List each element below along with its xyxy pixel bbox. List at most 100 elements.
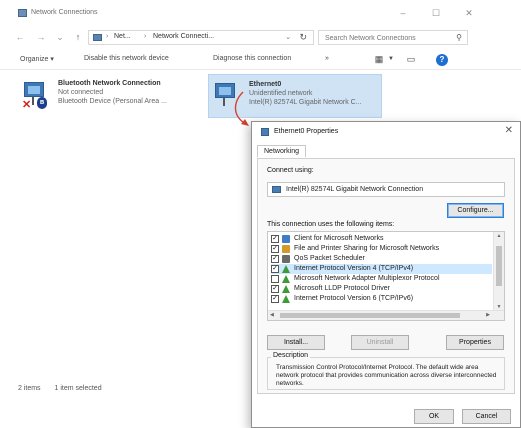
- list-item[interactable]: ✓ Client for Microsoft Networks: [271, 234, 492, 244]
- item-checkbox[interactable]: ✓: [271, 235, 279, 243]
- diagnose-connection-button[interactable]: Diagnose this connection: [213, 55, 291, 62]
- connection-item-bluetooth[interactable]: ✕ ʙ Bluetooth Network Connection Not con…: [18, 74, 198, 118]
- search-box[interactable]: ⚲: [318, 30, 468, 45]
- disable-device-button[interactable]: Disable this network device: [84, 55, 169, 62]
- tab-networking[interactable]: Networking: [257, 145, 307, 157]
- scroll-right-icon[interactable]: ▶: [486, 312, 490, 318]
- close-button[interactable]: ✕: [462, 7, 476, 19]
- help-icon[interactable]: ?: [436, 54, 448, 66]
- breadcrumb-network-connections[interactable]: Network Connecti...: [153, 33, 214, 40]
- scroll-up-icon[interactable]: ▲: [494, 233, 504, 239]
- uninstall-button[interactable]: Uninstall: [351, 335, 409, 350]
- adapter-name: Intel(R) 82574L Gigabit Network Connecti…: [286, 186, 424, 193]
- item-checkbox[interactable]: ✓: [271, 245, 279, 253]
- maximize-button[interactable]: ☐: [429, 7, 443, 19]
- properties-button[interactable]: Properties: [446, 335, 504, 350]
- horizontal-scrollbar[interactable]: ◀ ▶: [268, 310, 504, 320]
- breadcrumb-separator: ›: [144, 33, 147, 40]
- scroll-thumb[interactable]: [496, 246, 502, 286]
- items-count: 2 items: [18, 385, 41, 392]
- item-label: Microsoft LLDP Protocol Driver: [294, 285, 390, 292]
- connection-name: Ethernet0: [249, 81, 282, 88]
- search-input[interactable]: [325, 32, 450, 44]
- ok-button[interactable]: OK: [414, 409, 454, 424]
- list-item[interactable]: ✓ Internet Protocol Version 6 (TCP/IPv6): [271, 294, 492, 304]
- protocol-icon: [282, 275, 290, 283]
- ethernet-properties-dialog: Ethernet0 Properties ✕ Networking Connec…: [251, 121, 521, 428]
- breadcrumb-network[interactable]: Net...: [114, 33, 131, 40]
- more-commands-button[interactable]: »: [325, 55, 329, 62]
- item-label: Internet Protocol Version 6 (TCP/IPv6): [294, 295, 414, 302]
- configure-button[interactable]: Configure...: [447, 203, 504, 218]
- recent-locations-icon[interactable]: ⌄: [54, 31, 66, 43]
- item-checkbox[interactable]: ✓: [271, 255, 279, 263]
- description-group: Transmission Control Protocol/Internet P…: [267, 357, 505, 390]
- description-label: Description: [271, 352, 311, 359]
- back-arrow-icon[interactable]: ←: [14, 31, 26, 43]
- qos-scheduler-icon: [282, 255, 290, 263]
- dialog-title: Ethernet0 Properties: [274, 128, 339, 135]
- breadcrumb-separator: ›: [106, 33, 109, 40]
- organize-menu[interactable]: Organize ▾: [20, 55, 54, 63]
- forward-arrow-icon[interactable]: →: [35, 31, 47, 43]
- adapter-field: Intel(R) 82574L Gigabit Network Connecti…: [267, 182, 505, 197]
- item-checkbox[interactable]: ✓: [271, 265, 279, 273]
- ethernet-icon: [213, 81, 241, 111]
- up-arrow-icon[interactable]: ↑: [72, 31, 84, 43]
- list-item[interactable]: Microsoft Network Adapter Multiplexor Pr…: [271, 274, 492, 284]
- item-checkbox[interactable]: ✓: [271, 285, 279, 293]
- connect-using-label: Connect using:: [267, 167, 314, 174]
- network-adapter-icon: [272, 186, 281, 193]
- client-icon: [282, 235, 290, 243]
- item-checkbox[interactable]: [271, 275, 279, 283]
- list-item[interactable]: ✓ Microsoft LLDP Protocol Driver: [271, 284, 492, 294]
- address-bar[interactable]: › Net... › Network Connecti... ⌄ ↻: [88, 30, 314, 45]
- bluetooth-network-icon: ✕ ʙ: [22, 80, 50, 111]
- item-label: Microsoft Network Adapter Multiplexor Pr…: [294, 275, 440, 282]
- item-checkbox[interactable]: ✓: [271, 295, 279, 303]
- connection-status: Not connected: [58, 89, 104, 96]
- item-label: QoS Packet Scheduler: [294, 255, 365, 262]
- dialog-close-icon[interactable]: ✕: [505, 125, 513, 136]
- ethernet-icon: [261, 128, 269, 136]
- refresh-icon[interactable]: ↻: [299, 32, 307, 43]
- minimize-button[interactable]: –: [396, 7, 410, 19]
- scroll-thumb[interactable]: [280, 313, 460, 318]
- protocol-icon: [282, 285, 290, 293]
- list-item-selected[interactable]: ✓ Internet Protocol Version 4 (TCP/IPv4): [271, 264, 492, 274]
- window-title: Network Connections: [31, 9, 98, 16]
- list-item[interactable]: ✓ File and Printer Sharing for Microsoft…: [271, 244, 492, 254]
- connection-status: Unidentified network: [249, 90, 313, 97]
- disconnected-x-icon: ✕: [22, 99, 32, 111]
- status-bar: 2 items 1 item selected: [18, 385, 114, 392]
- connection-item-ethernet[interactable]: Ethernet0 Unidentified network Intel(R) …: [208, 74, 382, 118]
- protocol-icon: [282, 295, 290, 303]
- file-sharing-icon: [282, 245, 290, 253]
- description-text: Transmission Control Protocol/Internet P…: [276, 364, 497, 387]
- networking-panel: Connect using: Intel(R) 82574L Gigabit N…: [257, 158, 515, 394]
- preview-pane-icon[interactable]: ▭: [405, 54, 417, 65]
- selected-count: 1 item selected: [54, 385, 102, 392]
- install-button[interactable]: Install...: [267, 335, 325, 350]
- items-list[interactable]: ✓ Client for Microsoft Networks ✓ File a…: [267, 231, 505, 321]
- command-bar: Organize ▾ Disable this network device D…: [0, 50, 521, 70]
- title-bar: Network Connections – ☐ ✕: [0, 0, 521, 26]
- network-connections-icon: [18, 9, 27, 17]
- address-dropdown-icon[interactable]: ⌄: [285, 33, 291, 41]
- protocol-icon: [282, 265, 290, 273]
- bluetooth-icon: ʙ: [37, 97, 47, 109]
- change-view-icon[interactable]: ▦: [373, 54, 385, 65]
- connection-device: Bluetooth Device (Personal Area ...: [58, 98, 167, 105]
- list-item[interactable]: ✓ QoS Packet Scheduler: [271, 254, 492, 264]
- scroll-left-icon[interactable]: ◀: [270, 312, 274, 318]
- search-icon[interactable]: ⚲: [456, 33, 462, 42]
- view-options-dropdown-icon[interactable]: ▼: [385, 54, 397, 65]
- item-label: Client for Microsoft Networks: [294, 235, 384, 242]
- vertical-scrollbar[interactable]: ▲ ▼: [493, 232, 504, 311]
- connection-name: Bluetooth Network Connection: [58, 80, 161, 87]
- cancel-button[interactable]: Cancel: [462, 409, 511, 424]
- control-panel-icon: [93, 34, 102, 41]
- items-label: This connection uses the following items…: [267, 221, 395, 228]
- connection-device: Intel(R) 82574L Gigabit Network C...: [249, 99, 362, 106]
- dialog-title-bar: Ethernet0 Properties ✕: [252, 122, 520, 142]
